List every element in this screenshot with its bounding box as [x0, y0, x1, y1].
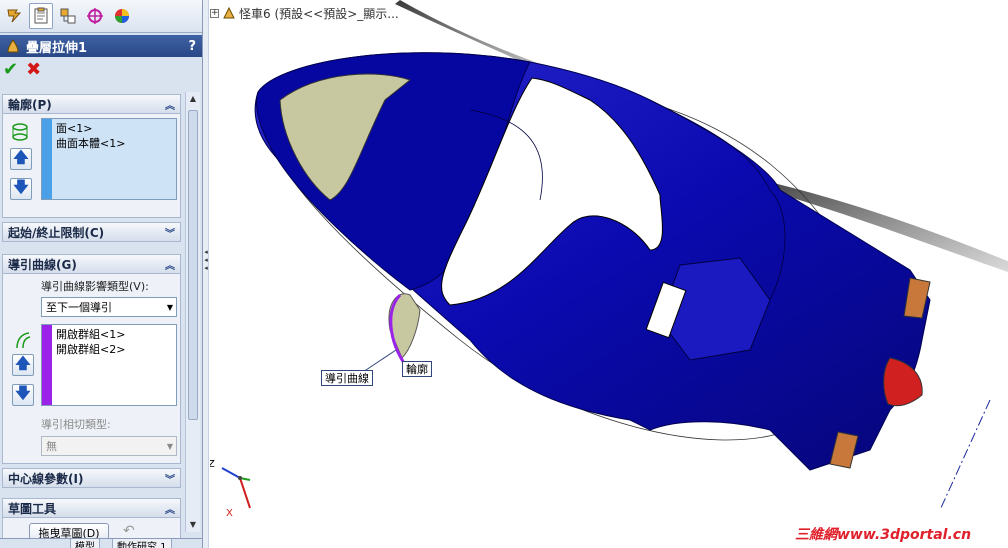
move-up-button[interactable]: 🡅 [10, 148, 32, 170]
sketch-tools-body: 拖曳草圖(D) ↶ [2, 518, 181, 538]
rear-light [883, 357, 923, 407]
arrow-down-icon: 🡇 [13, 177, 29, 196]
guide-curves-body: 導引曲線影響類型(V): 至下一個導引 ▼ 🡅 🡇 開啟群組<1> 開啟群組<2… [2, 274, 181, 464]
start-end-constraints-group: 起始/終止限制(C) ︾ [2, 222, 181, 242]
guide-curves-list[interactable]: 開啟群組<1> 開啟群組<2> [41, 324, 177, 406]
sketch-tools-title: 草圖工具 [8, 501, 57, 516]
cancel-button[interactable]: ✖ [26, 61, 41, 79]
loft-feature-icon [7, 38, 19, 53]
guide-curves-group: 導引曲線(G) ︽ 導引曲線影響類型(V): 至下一個導引 ▼ 🡅 🡇 開啟群組… [2, 254, 181, 464]
feature-title-bar: 疊層拉伸1 ? [0, 35, 202, 57]
collapse-panel-icon[interactable]: ◂ ◂ ◂ [203, 248, 209, 272]
sketch-tools-header[interactable]: 草圖工具 ︽ [2, 498, 181, 518]
configuration-manager-icon [60, 8, 76, 24]
property-groups: 輪廓(P) ︽ 🡅 🡇 面<1> 曲面本體<1> 起始/終止限制(C) ︾ 導引… [0, 92, 183, 538]
move-down-button[interactable]: 🡇 [10, 178, 32, 200]
collapse-icon[interactable]: ︽ [165, 257, 175, 272]
profile-icon [12, 123, 28, 141]
property-manager-panel: 疊層拉伸1 ? ✔ ✖ 輪廓(P) ︽ 🡅 🡇 面<1> 曲面本體<1> 起始/… [0, 0, 203, 548]
motion-study-tab[interactable]: 動作研究 1 [112, 539, 172, 548]
profile-group: 輪廓(P) ︽ 🡅 🡇 面<1> 曲面本體<1> [2, 94, 181, 218]
profile-item[interactable]: 面<1> [56, 121, 125, 136]
profile-group-body: 🡅 🡇 面<1> 曲面本體<1> [2, 114, 181, 218]
sketch-tools-group: 草圖工具 ︽ 拖曳草圖(D) ↶ [2, 498, 181, 538]
manager-tabs [0, 0, 202, 33]
centerline-parameters-header[interactable]: 中心線參數(I) ︾ [2, 468, 181, 488]
dimxpert-icon [87, 8, 103, 24]
panel-splitter[interactable]: ◂ ◂ ◂ [203, 0, 209, 548]
scroll-down-icon[interactable]: ▼ [186, 518, 200, 532]
start-end-constraints-title: 起始/終止限制(C) [8, 225, 105, 240]
graphics-viewport[interactable]: + 怪車6 (預設<<預設>_顯示... 導引曲線 輪廓 Z X [210, 0, 1008, 548]
display-manager-icon [115, 9, 129, 23]
guide-tangency-value: 無 [46, 440, 57, 453]
guide-influence-label: 導引曲線影響類型(V): [41, 280, 149, 293]
guide-curve-icon [16, 332, 31, 349]
dropdown-arrow-icon: ▼ [166, 442, 173, 451]
guide-influence-dropdown[interactable]: 至下一個導引 ▼ [41, 297, 177, 317]
ok-button[interactable]: ✔ [3, 61, 18, 79]
triad-z-label: Z [210, 459, 215, 470]
confirm-actions: ✔ ✖ [0, 57, 202, 83]
guide-curves-title: 導引曲線(G) [8, 257, 77, 272]
guide-curves-header[interactable]: 導引曲線(G) ︽ [2, 254, 181, 274]
drag-sketch-button[interactable]: 拖曳草圖(D) [29, 523, 109, 538]
view-orientation-triad [221, 467, 251, 509]
centerline-parameters-title: 中心線參數(I) [8, 471, 84, 486]
move-up-button[interactable]: 🡅 [12, 354, 34, 376]
guide-influence-value: 至下一個導引 [46, 301, 112, 314]
guide-curve-callout[interactable]: 導引曲線 [321, 370, 373, 386]
arrow-up-icon: 🡅 [13, 147, 29, 166]
feature-manager-tab[interactable] [2, 3, 26, 29]
guide-list-color-bar [42, 325, 52, 405]
model-tab[interactable]: 模型 [70, 539, 100, 548]
move-down-button[interactable]: 🡇 [12, 384, 34, 406]
arrow-up-icon: 🡅 [15, 353, 31, 372]
scroll-up-icon[interactable]: ▲ [186, 92, 200, 106]
collapse-icon[interactable]: ︽ [165, 501, 175, 516]
watermark: 三維網www.3dportal.cn [795, 527, 972, 543]
profile-list[interactable]: 面<1> 曲面本體<1> [41, 118, 177, 200]
property-manager-scrollbar[interactable]: ▲ ▼ [185, 92, 200, 532]
property-manager-icon [34, 7, 48, 24]
scrollbar-thumb[interactable] [188, 110, 198, 420]
start-end-constraints-header[interactable]: 起始/終止限制(C) ︾ [2, 222, 181, 242]
configuration-manager-tab[interactable] [56, 3, 80, 29]
profile-group-title: 輪廓(P) [8, 97, 52, 112]
triad-x-axis [239, 477, 251, 509]
feature-manager-icon [7, 9, 22, 23]
feature-title: 疊層拉伸1 [26, 40, 88, 56]
profile-callout[interactable]: 輪廓 [402, 361, 432, 377]
dropdown-arrow-icon: ▼ [166, 303, 173, 312]
guide-curve-item[interactable]: 開啟群組<2> [56, 342, 125, 357]
centerline-axis [939, 399, 991, 511]
guide-tangency-dropdown[interactable]: 無 ▼ [41, 436, 177, 456]
property-manager-tab[interactable] [29, 3, 53, 29]
undo-icon[interactable]: ↶ [123, 523, 135, 538]
triad-z-axis [221, 467, 241, 479]
triad-x-label: X [226, 508, 233, 519]
profile-group-header[interactable]: 輪廓(P) ︽ [2, 94, 181, 114]
guide-tangency-label: 導引相切類型: [41, 418, 111, 431]
expand-icon[interactable]: ︾ [165, 471, 175, 486]
collapse-icon[interactable]: ︽ [165, 97, 175, 112]
display-manager-tab[interactable] [110, 3, 134, 29]
profile-list-color-bar [42, 119, 52, 199]
dimxpert-manager-tab[interactable] [83, 3, 107, 29]
profile-item[interactable]: 曲面本體<1> [56, 136, 125, 151]
centerline-parameters-group: 中心線參數(I) ︾ [2, 468, 181, 488]
arrow-down-icon: 🡇 [15, 383, 31, 402]
bottom-tabs: 模型 動作研究 1 [0, 538, 202, 548]
help-icon[interactable]: ? [188, 39, 196, 54]
guide-curve-item[interactable]: 開啟群組<1> [56, 327, 125, 342]
expand-icon[interactable]: ︾ [165, 225, 175, 240]
model-view[interactable] [210, 0, 1008, 548]
